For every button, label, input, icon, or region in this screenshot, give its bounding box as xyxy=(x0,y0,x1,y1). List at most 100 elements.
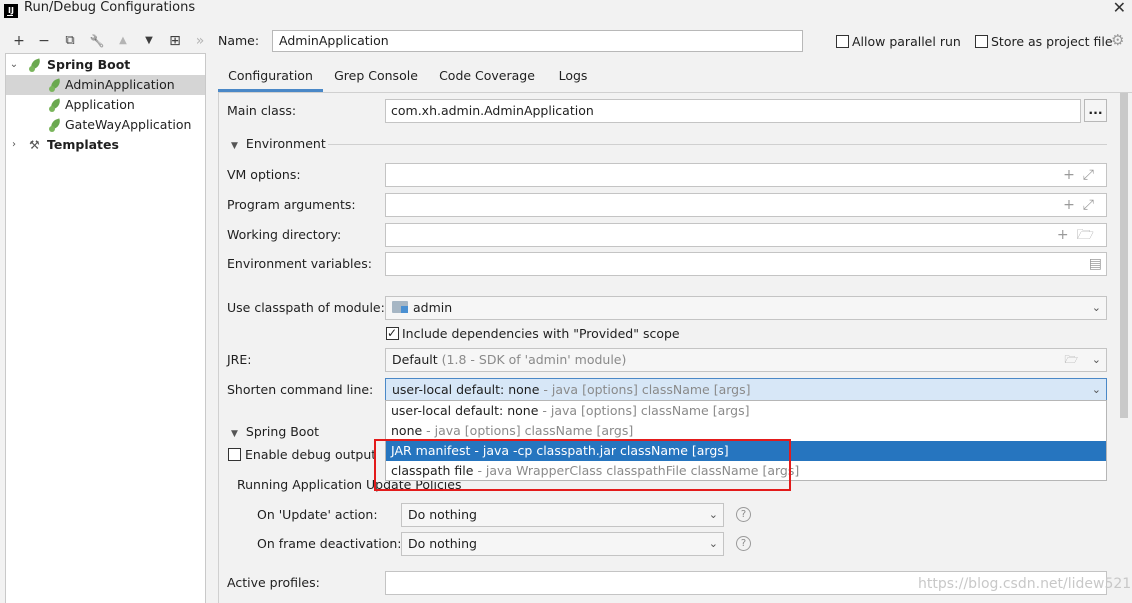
spring-boot-icon xyxy=(48,77,65,93)
chevron-down-icon: ⌄ xyxy=(1091,301,1101,314)
tree-label: Spring Boot xyxy=(47,57,131,72)
store-as-project-file-label: Store as project file xyxy=(991,34,1113,49)
section-divider xyxy=(328,144,1107,145)
on-frame-deactivation-label: On frame deactivation: xyxy=(257,536,402,551)
classpath-module-select[interactable]: admin ⌄ xyxy=(385,296,1107,320)
jre-value: Default xyxy=(392,352,438,367)
include-dependencies-label: Include dependencies with "Provided" sco… xyxy=(402,326,680,341)
dropdown-option[interactable]: none - java [options] className [args] xyxy=(386,421,1106,441)
name-input[interactable]: AdminApplication xyxy=(272,30,803,52)
move-down-icon[interactable]: ▼ xyxy=(139,30,159,52)
highlight-annotation-box xyxy=(374,439,791,491)
spring-boot-section[interactable]: ▼ Spring Boot xyxy=(231,424,319,442)
tree-item-application[interactable]: Application xyxy=(6,95,205,115)
on-update-select[interactable]: Do nothing ⌄ xyxy=(401,503,724,527)
folder-icon[interactable]: 🗁 xyxy=(1064,349,1078,371)
on-frame-value: Do nothing xyxy=(408,536,477,551)
tree-label: GateWayApplication xyxy=(65,117,192,132)
option-main: user-local default: none xyxy=(391,403,539,418)
intellij-app-icon: IJ xyxy=(4,4,18,18)
classpath-module-value: admin xyxy=(413,300,453,315)
configurations-tree: ⌄ Spring Boot AdminApplication Applicati… xyxy=(5,53,206,603)
working-directory-input[interactable]: +🗁 xyxy=(385,223,1107,247)
shorten-command-line-select[interactable]: user-local default: none - java [options… xyxy=(385,378,1107,402)
window-title: Run/Debug Configurations xyxy=(24,0,196,15)
vm-options-label: VM options: xyxy=(227,167,301,182)
name-label: Name: xyxy=(218,33,260,48)
move-up-icon[interactable]: ▲ xyxy=(113,30,133,52)
on-frame-deactivation-select[interactable]: Do nothing ⌄ xyxy=(401,532,724,556)
chevron-down-icon: ⌄ xyxy=(708,508,718,521)
folder-browse-icon[interactable]: +🗁 xyxy=(1057,226,1102,244)
main-class-input[interactable]: com.xh.admin.AdminApplication xyxy=(385,99,1081,123)
program-arguments-label: Program arguments: xyxy=(227,197,356,212)
scrollbar-thumb[interactable] xyxy=(1120,93,1128,418)
main-class-label: Main class: xyxy=(227,103,297,118)
enable-debug-output-checkbox[interactable] xyxy=(228,448,241,461)
collapse-triangle-icon: ▼ xyxy=(231,141,238,151)
section-title: Environment xyxy=(245,136,326,151)
allow-parallel-run-label: Allow parallel run xyxy=(852,34,961,49)
tab-code-coverage[interactable]: Code Coverage xyxy=(432,62,542,92)
on-update-label: On 'Update' action: xyxy=(257,507,378,522)
spring-boot-icon xyxy=(48,117,65,133)
tree-item-admin-application[interactable]: AdminApplication xyxy=(6,75,205,95)
active-profiles-label: Active profiles: xyxy=(227,575,320,590)
option-main: none xyxy=(391,423,423,438)
jre-hint: (1.8 - SDK of 'admin' module) xyxy=(441,352,627,367)
option-hint: - java [options] className [args] xyxy=(422,423,634,438)
allow-parallel-run-checkbox[interactable] xyxy=(836,35,849,48)
jre-label: JRE: xyxy=(227,352,252,367)
tab-logs[interactable]: Logs xyxy=(552,62,594,92)
copy-icon[interactable]: ⧉ xyxy=(60,30,80,52)
tree-node-templates[interactable]: › ⚒ Templates xyxy=(6,135,205,155)
wrench-icon: ⚒ xyxy=(29,138,40,152)
expand-icon[interactable]: +⤢ xyxy=(1063,166,1102,184)
shorten-value: user-local default: none xyxy=(392,382,540,397)
configurations-toolbar: + − ⧉ 🔧 ▲ ▼ ⊞ » xyxy=(0,30,210,52)
collapse-triangle-icon: ▼ xyxy=(231,429,238,439)
help-icon[interactable]: ? xyxy=(736,536,751,551)
remove-icon[interactable]: − xyxy=(34,30,54,52)
environment-variables-label: Environment variables: xyxy=(227,256,372,271)
chevron-right-icon[interactable]: › xyxy=(8,135,20,155)
store-as-project-file-checkbox[interactable] xyxy=(975,35,988,48)
program-arguments-input[interactable]: +⤢ xyxy=(385,193,1107,217)
expand-icon[interactable]: +⤢ xyxy=(1063,196,1102,214)
dropdown-option[interactable]: user-local default: none - java [options… xyxy=(386,401,1106,421)
gear-icon[interactable]: ⚙ xyxy=(1111,33,1126,48)
tab-configuration[interactable]: Configuration xyxy=(218,62,323,92)
spring-boot-icon xyxy=(28,57,45,73)
include-dependencies-checkbox[interactable] xyxy=(386,325,399,341)
add-icon[interactable]: + xyxy=(9,30,29,52)
browse-button[interactable]: ... xyxy=(1084,99,1107,122)
tree-label: AdminApplication xyxy=(65,77,175,92)
section-title: Spring Boot xyxy=(245,424,320,439)
new-folder-icon[interactable]: ⊞ xyxy=(165,30,185,52)
shorten-hint: - java [options] className [args] xyxy=(543,382,751,397)
close-icon[interactable]: ✕ xyxy=(1113,0,1126,16)
more-icon[interactable]: » xyxy=(190,30,210,52)
spring-boot-icon xyxy=(48,97,65,113)
vm-options-input[interactable]: +⤢ xyxy=(385,163,1107,187)
tree-node-spring-boot[interactable]: ⌄ Spring Boot xyxy=(6,55,205,75)
tree-item-gateway-application[interactable]: GateWayApplication xyxy=(6,115,205,135)
enable-debug-output-label: Enable debug output xyxy=(245,447,377,462)
environment-section[interactable]: ▼ Environment xyxy=(231,136,326,154)
chevron-down-icon: ⌄ xyxy=(1091,383,1101,396)
help-icon[interactable]: ? xyxy=(736,507,751,522)
jre-select[interactable]: Default (1.8 - SDK of 'admin' module) 🗁 ⌄ xyxy=(385,348,1107,372)
working-directory-label: Working directory: xyxy=(227,227,342,242)
tree-label: Application xyxy=(65,97,135,112)
wrench-icon[interactable]: 🔧 xyxy=(87,30,107,52)
title-bar: IJ Run/Debug Configurations ✕ xyxy=(0,0,1132,28)
module-folder-icon xyxy=(392,301,408,313)
classpath-module-label: Use classpath of module: xyxy=(227,300,385,315)
shorten-command-line-label: Shorten command line: xyxy=(227,382,374,397)
environment-variables-input[interactable]: ▤ xyxy=(385,252,1107,276)
chevron-down-icon: ⌄ xyxy=(708,537,718,550)
document-icon[interactable]: ▤ xyxy=(1089,255,1102,273)
chevron-down-icon[interactable]: ⌄ xyxy=(8,55,20,75)
on-update-value: Do nothing xyxy=(408,507,477,522)
tab-grep-console[interactable]: Grep Console xyxy=(326,62,426,92)
